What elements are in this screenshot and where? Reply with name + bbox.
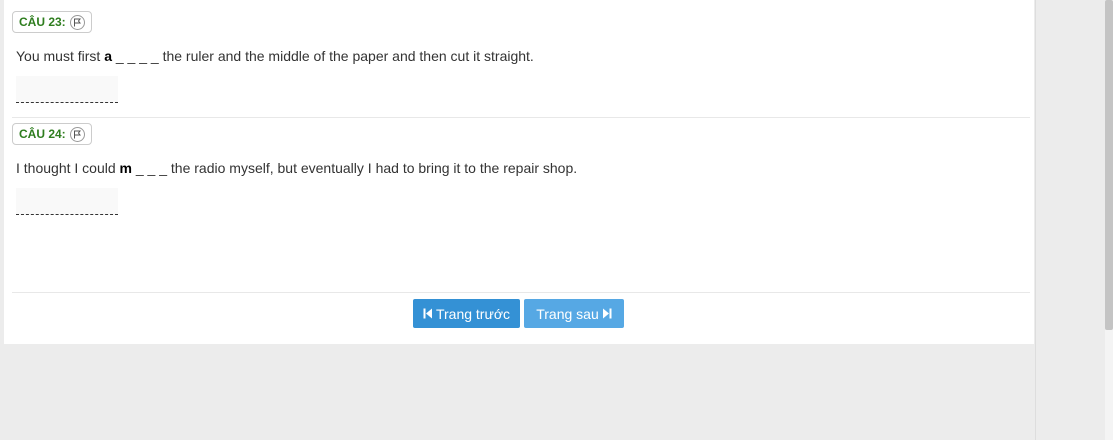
flag-icon[interactable] xyxy=(69,126,85,142)
previous-page-label: Trang trước xyxy=(435,305,511,322)
blank-placeholder: _ _ _ _ xyxy=(111,48,163,64)
next-page-button[interactable]: Trang sau xyxy=(524,299,624,328)
question-text-before: You must first xyxy=(16,48,105,64)
hint-letter: a xyxy=(104,48,112,64)
answer-input[interactable] xyxy=(16,188,118,215)
question-number: CÂU 23: xyxy=(19,15,66,29)
question-text: I thought I could m _ _ _ the radio myse… xyxy=(16,160,1030,176)
skip-previous-icon xyxy=(423,308,433,319)
question-label: CÂU 24: xyxy=(12,123,92,145)
question-text: You must first a _ _ _ _ the ruler and t… xyxy=(16,48,1030,64)
previous-page-button[interactable]: Trang trước xyxy=(413,299,520,328)
flag-icon[interactable] xyxy=(69,14,85,30)
hint-letter: m xyxy=(119,160,132,176)
vertical-scrollbar[interactable] xyxy=(1105,0,1113,440)
next-page-label: Trang sau xyxy=(536,305,599,322)
question-text-after: the radio myself, but eventually I had t… xyxy=(170,160,578,176)
question-number: CÂU 24: xyxy=(19,127,66,141)
skip-next-icon xyxy=(602,308,612,319)
blank-placeholder: _ _ _ xyxy=(131,160,171,176)
question-label: CÂU 23: xyxy=(12,11,92,33)
scrollbar-thumb[interactable] xyxy=(1105,0,1113,330)
answer-input[interactable] xyxy=(16,76,118,103)
question-text-before: I thought I could xyxy=(16,160,120,176)
question-24: CÂU 24: I thought I could m _ _ _ the ra… xyxy=(12,123,1030,215)
right-gutter xyxy=(1035,0,1106,440)
question-text-after: the ruler and the middle of the paper an… xyxy=(162,48,534,64)
question-divider xyxy=(12,117,1030,118)
navigation-divider xyxy=(12,292,1030,293)
question-23: CÂU 23: You must first a _ _ _ _ the rul… xyxy=(12,11,1030,103)
